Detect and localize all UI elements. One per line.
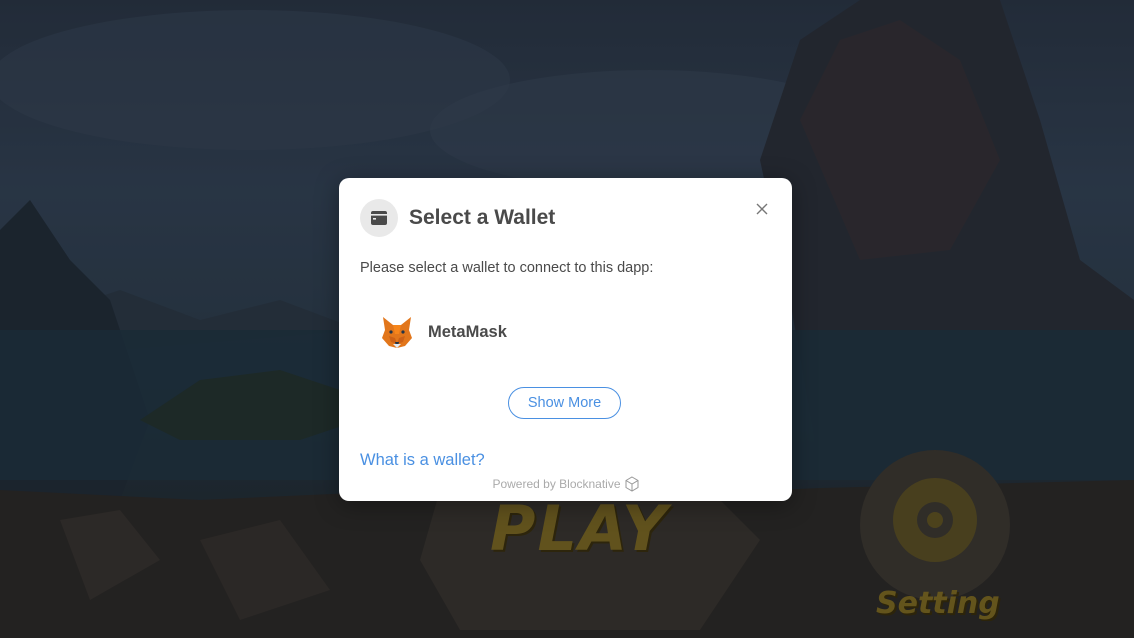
show-more-button[interactable]: Show More <box>508 387 621 419</box>
wallet-label: MetaMask <box>428 322 507 341</box>
modal-header: Select a Wallet <box>360 199 555 237</box>
powered-by: Powered by Blocknative <box>339 476 792 492</box>
game-background: PLAY Setting Select a Wallet Please sele… <box>0 0 1134 638</box>
close-icon <box>756 203 768 215</box>
play-button-text: PLAY <box>490 492 669 565</box>
wallet-icon <box>360 199 398 237</box>
modal-subtitle: Please select a wallet to connect to thi… <box>360 260 654 276</box>
metamask-fox-icon <box>375 310 419 354</box>
powered-by-text: Powered by Blocknative <box>492 477 621 491</box>
close-button[interactable] <box>753 200 771 218</box>
modal-title: Select a Wallet <box>409 206 556 229</box>
setting-button-text: Setting <box>876 586 1000 621</box>
blocknative-logo-icon <box>625 476 639 492</box>
wallet-option-metamask[interactable]: MetaMask <box>375 309 595 355</box>
what-is-wallet-link[interactable]: What is a wallet? <box>360 451 485 470</box>
select-wallet-modal: Select a Wallet Please select a wallet t… <box>339 178 792 501</box>
